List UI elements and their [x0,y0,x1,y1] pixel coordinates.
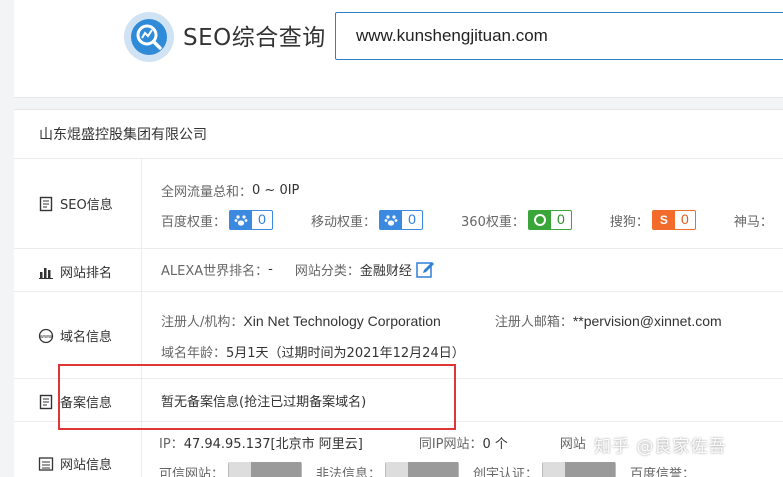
age-row: 域名年龄： 5月1天（过期时间为2021年12月24日） [161,342,465,361]
beian-text: 暂无备案信息(抢注已过期备案域名) [161,395,367,410]
360-weight-value: 0 [556,211,565,227]
header-card: SEO综合查询 [14,0,783,98]
document-icon [39,394,53,409]
email-value: **pervision@xinnet.com [572,312,722,329]
document-icon [39,196,53,211]
alexa-label: ALEXA世界排名： [161,264,269,279]
rank-section: 网站排名 ALEXA世界排名： - 网站分类： 金融财经 [14,249,783,292]
baidu-weight-badge[interactable]: 0 [229,210,274,230]
baidu-paw-icon [380,210,403,230]
trusted-site-label: 可信网站： [159,466,225,477]
brand-title: SEO综合查询 [183,25,326,51]
speed-label: 网站 [559,437,586,452]
ip-label: IP： [159,437,184,452]
registrant-label: 注册人/机构： [161,315,244,330]
sogou-weight-label: 搜狗： [609,214,649,230]
sogou-weight-badge[interactable]: S 0 [651,210,696,230]
beian-section-label: 备案信息 [60,396,113,411]
ip-row: IP： 47.94.95.137[北京市 阿里云] 同IP网站： 0 个 网站 [159,433,586,452]
beian-section: 备案信息 暂无备案信息(抢注已过期备案域名) [14,379,783,422]
weights-row: 百度权重： 0 移动权重： 0 360权重： 0 搜狗： S 0 神马： [161,210,773,230]
baidu-weight-label: 百度权重： [161,214,227,230]
company-name: 山东焜盛控股集团有限公司 [39,127,207,143]
rank-row: ALEXA世界排名： - 网站分类： 金融财经 [161,260,436,279]
zhihu-watermark: 知乎 @良家佐吾 [594,437,727,457]
ip-value: 47.94.95.137[北京市 阿里云] [183,437,363,452]
mobile-weight-badge[interactable]: 0 [379,210,424,230]
chuangyu-label: 创宇认证： [473,466,539,477]
baidu-paw-icon [230,210,253,230]
sogou-weight-value: 0 [680,211,689,227]
rank-section-label: 网站排名 [60,266,113,281]
age-value: 5月1天（过期时间为2021年12月24日） [226,346,465,361]
mobile-weight-label: 移动权重： [311,214,377,230]
sogou-icon: S [652,210,675,230]
list-icon [38,456,54,471]
seo-section-label: SEO信息 [60,198,113,213]
same-ip-value: 0 个 [482,437,508,452]
age-label: 域名年龄： [161,346,227,361]
baidu-credit-label: 百度信誉： [630,466,696,477]
bar-chart-icon [39,267,53,279]
category-label: 网站分类： [294,264,360,279]
registrant-value: Xin Net Technology Corporation [243,312,441,329]
illegal-info-label: 非法信息： [316,466,382,477]
seo-logo-icon [124,12,174,62]
svg-text:www: www [40,334,52,340]
main-card: 山东焜盛控股集团有限公司 SEO信息 全网流量总和： 0 ~ 0IP 百度权重：… [14,109,783,477]
domain-search-input[interactable] [335,12,783,60]
domain-section-label: 域名信息 [60,330,113,345]
traffic-label: 全网流量总和： [161,185,253,200]
same-ip-label: 同IP网站： [418,437,483,452]
baidu-weight-value: 0 [258,211,266,227]
chuangyu-badge[interactable] [542,462,617,477]
shenma-weight-label: 神马： [733,214,773,230]
edit-icon[interactable] [416,261,436,279]
email-label: 注册人邮箱： [494,315,573,330]
registrant-row: 注册人/机构： Xin Net Technology Corporation 注… [161,311,722,331]
360-weight-label: 360权重： [461,214,525,230]
beian-row: 暂无备案信息(抢注已过期备案域名) [161,391,366,410]
seo-section: SEO信息 全网流量总和： 0 ~ 0IP 百度权重： 0 移动权重： 0 36… [14,159,783,249]
traffic-row: 全网流量总和： 0 ~ 0IP [161,181,299,200]
domain-section: www 域名信息 注册人/机构： Xin Net Technology Corp… [14,292,783,379]
alexa-value: - [268,262,273,277]
trust-row: 可信网站： 非法信息： 创宇认证： 百度信誉： [159,462,695,477]
mobile-weight-value: 0 [408,211,416,227]
trusted-site-badge[interactable] [228,462,303,477]
360-icon [528,210,551,230]
illegal-info-badge[interactable] [385,462,460,477]
360-weight-badge[interactable]: 0 [527,210,572,230]
www-globe-icon: www [38,328,54,343]
traffic-value: 0 ~ 0IP [252,183,300,198]
category-value: 金融财经 [359,264,412,279]
site-section-label: 网站信息 [60,458,113,473]
